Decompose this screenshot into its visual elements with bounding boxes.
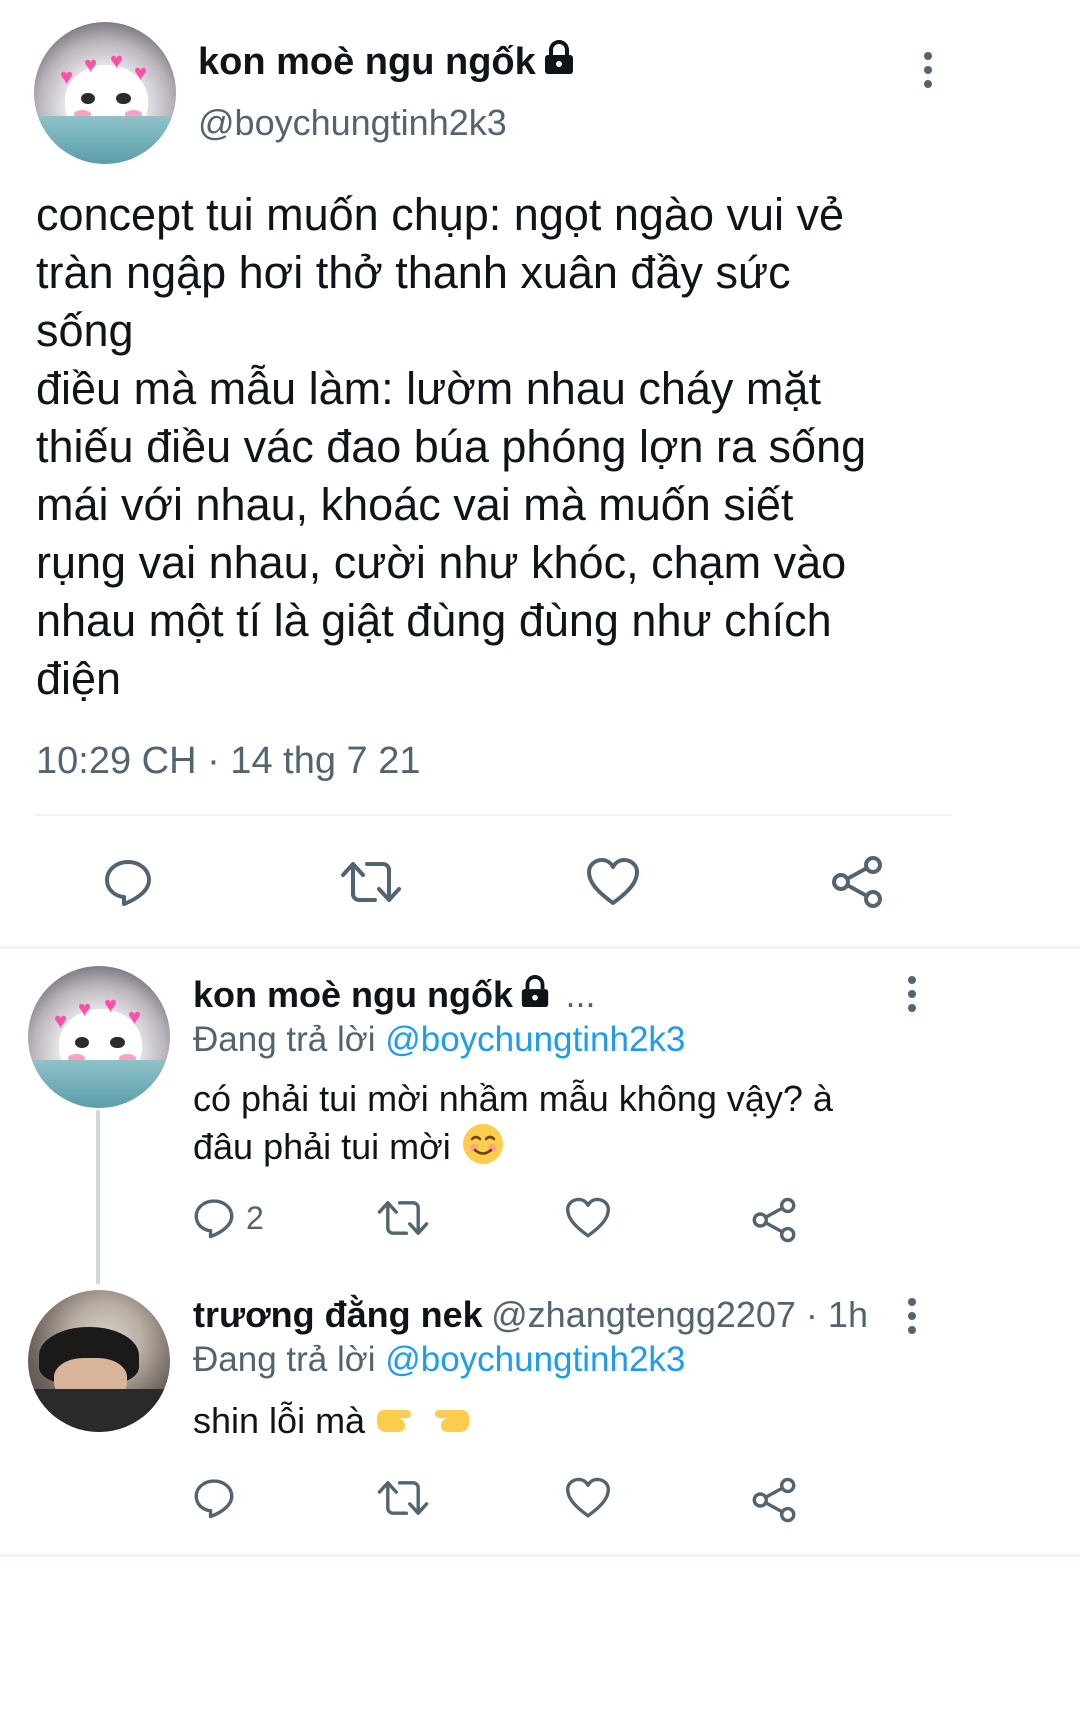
pointing-hands-emoji-icon: [375, 1398, 471, 1449]
heart-icon: ♥: [104, 992, 118, 1017]
author-handle[interactable]: @boychungtinh2k3: [198, 102, 507, 144]
replying-to-handle[interactable]: @boychungtinh2k3: [385, 1020, 685, 1059]
reply-text: shin lỗi mà: [193, 1400, 366, 1442]
heart-icon: ♥: [84, 52, 98, 77]
author-name-row: kon moè ngu ngốk: [198, 40, 576, 84]
like-icon[interactable]: [564, 1196, 612, 1240]
like-icon[interactable]: [584, 854, 642, 910]
reply-button[interactable]: 2: [192, 1196, 264, 1240]
heart-icon: ♥: [128, 1004, 142, 1029]
more-vertical-icon[interactable]: [902, 976, 922, 1012]
reply-display-name[interactable]: trương đằng nek: [193, 1294, 483, 1335]
reply-text-block: có phải tui mời nhầm mẫu không vậy? à đâ…: [193, 1076, 893, 1177]
reply-avatar[interactable]: ♥ ♥ ♥ ♥: [28, 966, 170, 1108]
divider: [0, 1554, 1080, 1557]
lock-icon: [519, 975, 551, 1014]
reply-header: kon moè ngu ngốk ...: [193, 974, 595, 1016]
reply-header: trương đằng nek @zhangtengg2207 · 1h: [193, 1294, 868, 1336]
replying-prefix: Đang trả lời: [193, 1020, 376, 1059]
heart-icon: ♥: [78, 996, 92, 1021]
thread-line: [96, 1110, 100, 1284]
replying-to: Đang trả lời @boychungtinh2k3: [193, 1340, 685, 1380]
heart-icon: ♥: [60, 64, 74, 89]
reply-icon: [192, 1196, 236, 1240]
reply-meta: ...: [565, 974, 596, 1015]
heart-icon: ♥: [134, 60, 148, 85]
reply-icon[interactable]: [192, 1476, 236, 1520]
more-vertical-icon[interactable]: [902, 1298, 922, 1334]
author-avatar[interactable]: ♥ ♥ ♥ ♥: [34, 22, 176, 164]
retweet-icon[interactable]: [376, 1196, 430, 1240]
replying-to: Đang trả lời @boychungtinh2k3: [193, 1020, 685, 1060]
heart-icon: ♥: [54, 1008, 68, 1033]
lock-icon: [542, 40, 576, 81]
retweet-icon[interactable]: [338, 854, 404, 910]
reply-avatar[interactable]: [28, 1290, 170, 1432]
tweet-text: concept tui muốn chụp: ngọt ngào vui vẻ …: [36, 189, 867, 704]
divider: [34, 814, 952, 816]
reply-text: có phải tui mời nhầm mẫu không vậy? à đâ…: [193, 1078, 833, 1168]
smiling-face-emoji-icon: [461, 1122, 505, 1177]
reply-display-name[interactable]: kon moè ngu ngốk: [193, 974, 513, 1015]
reply-count: 2: [246, 1199, 264, 1236]
heart-icon: ♥: [110, 48, 124, 73]
divider: [0, 946, 1080, 949]
share-icon[interactable]: [828, 854, 886, 910]
author-display-name[interactable]: kon moè ngu ngốk: [198, 41, 536, 83]
reply-meta: @zhangtengg2207 · 1h: [491, 1294, 868, 1335]
reply-icon[interactable]: [100, 854, 156, 910]
like-icon[interactable]: [564, 1476, 612, 1520]
replying-to-handle[interactable]: @boychungtinh2k3: [385, 1340, 685, 1379]
share-icon[interactable]: [750, 1476, 798, 1524]
replying-prefix: Đang trả lời: [193, 1340, 376, 1379]
share-icon[interactable]: [750, 1196, 798, 1244]
reply-text-block: shin lỗi mà: [193, 1398, 471, 1449]
more-vertical-icon[interactable]: [918, 52, 938, 88]
tweet-timestamp[interactable]: 10:29 CH · 14 thg 7 21: [36, 740, 420, 783]
retweet-icon[interactable]: [376, 1476, 430, 1520]
